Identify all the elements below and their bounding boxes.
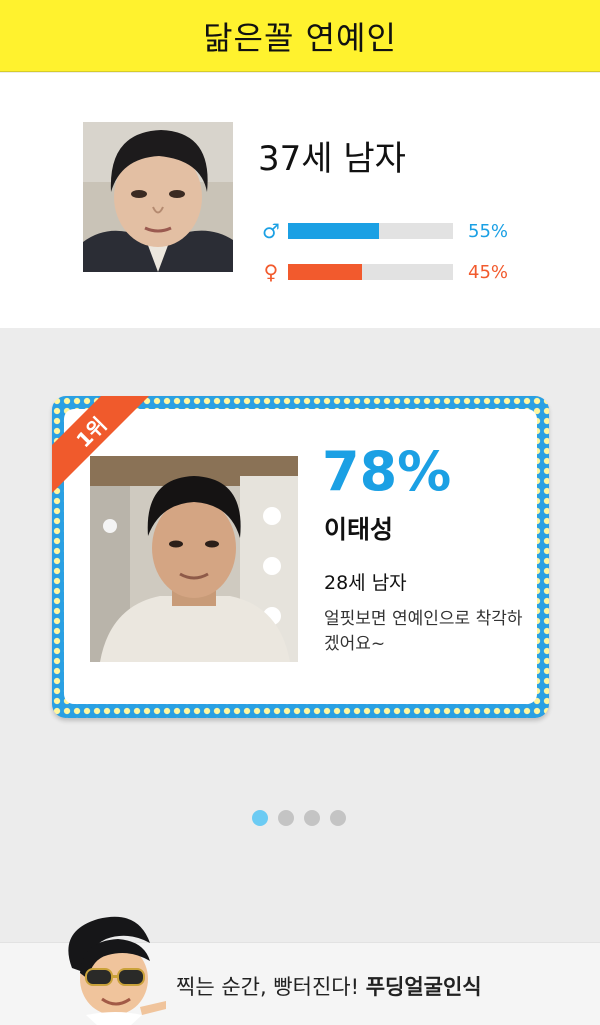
page-dot[interactable] bbox=[330, 810, 346, 826]
promo-slogan[interactable]: 찍는 순간, 빵터진다! 푸딩얼굴인식 bbox=[176, 971, 482, 1001]
male-progress-fill bbox=[288, 223, 379, 239]
page-dot[interactable] bbox=[304, 810, 320, 826]
celebrity-photo bbox=[90, 456, 298, 662]
male-percent: 55% bbox=[468, 220, 509, 242]
user-profile-section: 37세 남자 ♂ 55% ♀ 45% bbox=[0, 73, 600, 328]
promo-brand: 푸딩얼굴인식 bbox=[365, 975, 482, 999]
male-progress-bar bbox=[288, 223, 453, 239]
user-age-gender: 37세 남자 bbox=[258, 139, 406, 179]
page-indicator bbox=[252, 810, 346, 826]
female-percent: 45% bbox=[468, 261, 509, 283]
female-progress-bar bbox=[288, 264, 453, 280]
female-probability-row: ♀ 45% bbox=[262, 260, 508, 284]
page-title: 닮은꼴 연예인 bbox=[203, 18, 397, 57]
female-icon: ♀ bbox=[263, 260, 279, 284]
mascot-character-icon bbox=[58, 913, 168, 1025]
rank-badge: 1위 bbox=[71, 412, 111, 452]
app-header: 닮은꼴 연예인 bbox=[0, 0, 600, 72]
male-icon: ♂ bbox=[262, 219, 280, 243]
promo-slogan-text: 찍는 순간, 빵터진다! bbox=[176, 975, 366, 999]
result-comment: 얼핏보면 연예인으로 착각하겠어요~ bbox=[324, 609, 523, 654]
user-photo bbox=[83, 122, 233, 272]
celebrity-name: 이태성 bbox=[324, 515, 394, 544]
match-percentage: 78% bbox=[322, 440, 452, 503]
lookalike-result-card[interactable]: 1위 78% 이태성 28세 남자 얼핏보면 연예인으로 착각하겠어요~ bbox=[52, 396, 549, 718]
page-dot[interactable] bbox=[278, 810, 294, 826]
celebrity-age-gender: 28세 남자 bbox=[324, 572, 407, 594]
female-progress-fill bbox=[288, 264, 363, 280]
promo-banner[interactable]: 찍는 순간, 빵터진다! 푸딩얼굴인식 bbox=[0, 916, 600, 1025]
page-dot[interactable] bbox=[252, 810, 268, 826]
male-probability-row: ♂ 55% bbox=[262, 219, 508, 243]
